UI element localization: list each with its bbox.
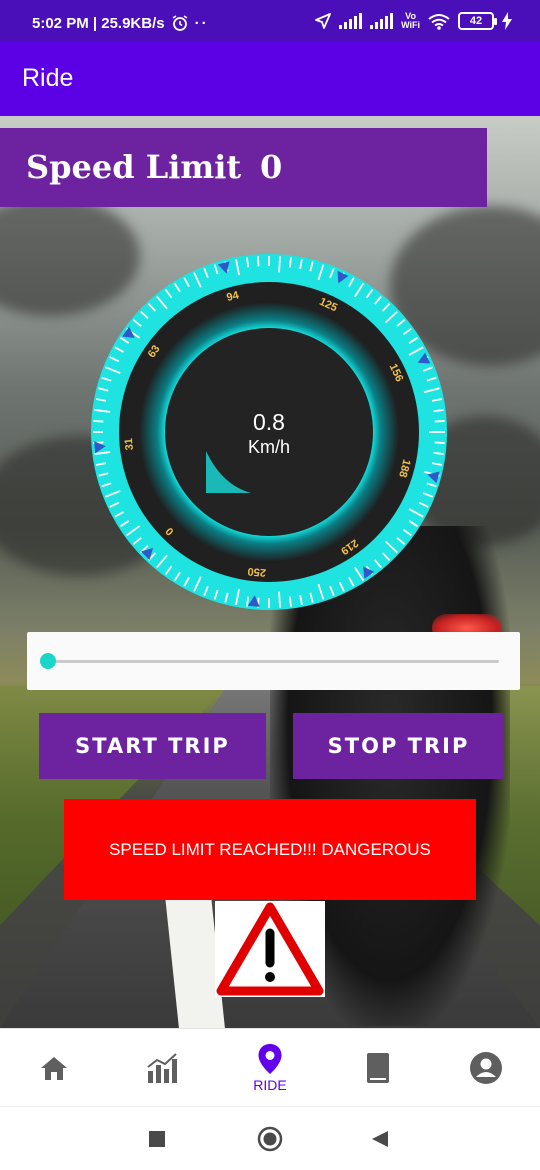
back-triangle-icon[interactable] [371, 1130, 389, 1148]
speed-warning-text: SPEED LIMIT REACHED!!! DANGEROUS [109, 839, 431, 859]
location-pin-icon [258, 1044, 282, 1074]
slider-thumb[interactable] [40, 653, 56, 669]
gauge-tick [278, 591, 281, 608]
speedometer-gauge: 0 31 63 94 125 156 188 219 250 0.8 Km/h [90, 253, 448, 611]
battery-icon: 42 [458, 12, 497, 30]
status-bar: 5:02 PM | 25.9KB/s ·· Vo WiFi 42 [0, 0, 540, 42]
gauge-tick [246, 257, 250, 268]
battery-level: 42 [469, 15, 483, 27]
gauge-tick [288, 257, 292, 268]
location-arrow-icon [315, 13, 331, 29]
recents-square-icon[interactable] [149, 1131, 165, 1147]
app-bar: Ride [0, 42, 540, 116]
current-speed-value: 0.8 [253, 409, 285, 435]
start-trip-button[interactable]: START TRIP [39, 713, 266, 779]
gauge-tick [288, 596, 292, 607]
stop-trip-button[interactable]: STOP TRIP [293, 713, 504, 779]
gauge-tick [278, 256, 281, 273]
book-icon [367, 1053, 389, 1083]
status-right: Vo WiFi 42 [315, 12, 512, 30]
nav-item-stats[interactable] [108, 1029, 216, 1107]
nav-label-ride: RIDE [253, 1077, 287, 1093]
speed-limit-label: Speed Limit [26, 148, 242, 186]
app-title: Ride [22, 64, 74, 92]
nav-item-account[interactable] [432, 1029, 540, 1107]
volte-wifi-badge: Vo WiFi [401, 12, 420, 30]
stats-chart-icon [147, 1053, 177, 1083]
nav-item-ride[interactable]: RIDE [216, 1029, 324, 1107]
slider-track[interactable] [47, 660, 499, 663]
status-time-speed: 5:02 PM | 25.9KB/s [32, 14, 165, 32]
home-circle-icon[interactable] [257, 1126, 283, 1152]
gauge-tick [257, 256, 260, 267]
wifi-icon [428, 13, 450, 30]
speed-unit: Km/h [247, 437, 290, 457]
speed-limit-banner: Speed Limit 0 [0, 128, 487, 207]
status-left: 5:02 PM | 25.9KB/s ·· [32, 14, 209, 32]
nav-item-home[interactable] [0, 1029, 108, 1107]
account-icon [470, 1052, 502, 1084]
gauge-tick-label: 250 [247, 565, 266, 579]
more-dots-icon: ·· [194, 14, 209, 32]
volte-bottom: WiFi [401, 20, 420, 30]
speed-limit-value: 0 [260, 148, 283, 186]
signal-icon [339, 13, 363, 29]
warning-triangle-icon [216, 902, 324, 996]
home-icon [41, 1057, 67, 1080]
speed-warning-banner: SPEED LIMIT REACHED!!! DANGEROUS [64, 799, 476, 900]
alarm-icon [172, 15, 188, 31]
charging-icon [502, 12, 512, 30]
signal-icon [370, 13, 394, 29]
gauge-tick [246, 596, 250, 607]
nav-item-book[interactable] [324, 1029, 432, 1107]
bottom-navigation: RIDE [0, 1028, 540, 1106]
speed-limit-slider-card [27, 632, 520, 690]
system-navigation-bar [0, 1106, 540, 1170]
warning-sign [215, 901, 325, 997]
